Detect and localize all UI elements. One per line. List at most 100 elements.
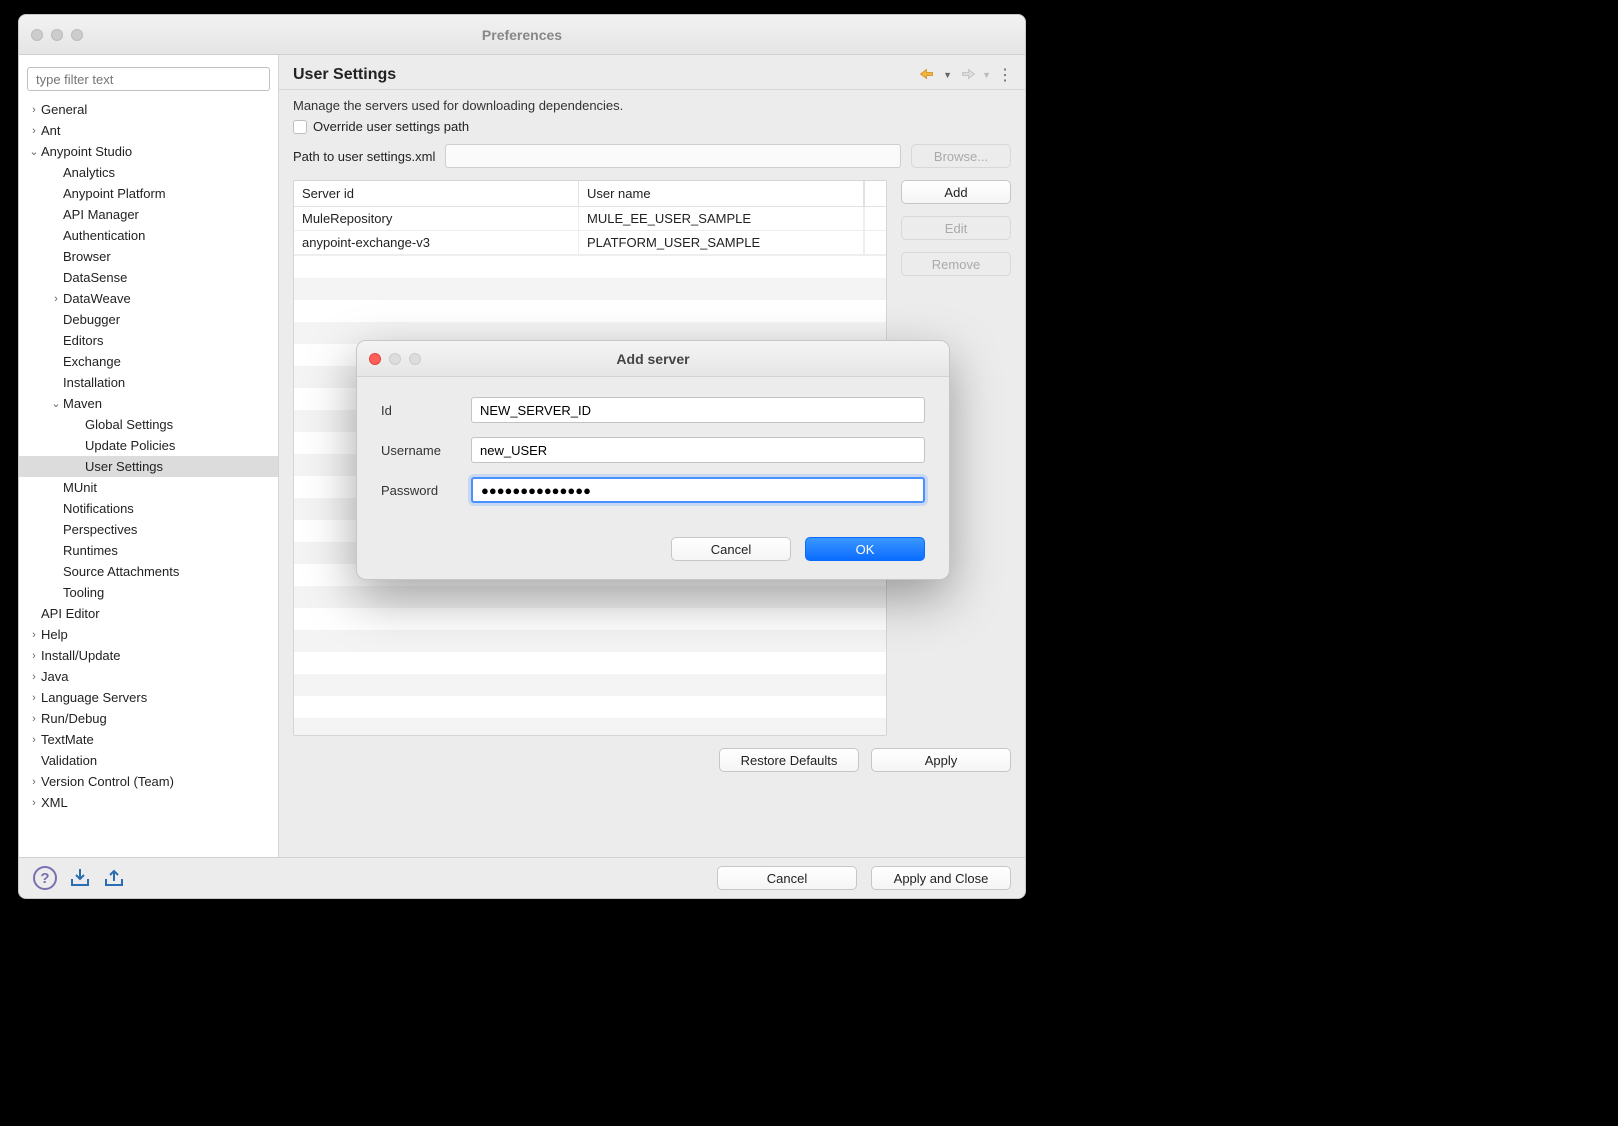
import-icon[interactable] xyxy=(69,867,91,890)
tree-item[interactable]: ›Help xyxy=(19,624,278,645)
titlebar: Preferences xyxy=(19,15,1025,55)
tree-item[interactable]: ›Ant xyxy=(19,120,278,141)
chevron-right-icon[interactable]: › xyxy=(27,797,41,809)
tree-item-label: Update Policies xyxy=(85,438,175,453)
tree-item[interactable]: Anypoint Platform xyxy=(19,183,278,204)
chevron-right-icon[interactable]: › xyxy=(27,629,41,641)
tree-item-label: Editors xyxy=(63,333,103,348)
username-field[interactable] xyxy=(471,437,925,463)
spacer-col xyxy=(864,181,886,206)
tree-item[interactable]: API Manager xyxy=(19,204,278,225)
menu-icon[interactable]: ⋮ xyxy=(997,65,1011,85)
override-checkbox[interactable] xyxy=(293,120,307,134)
tree-item[interactable]: ›Run/Debug xyxy=(19,708,278,729)
chevron-down-icon[interactable]: ⌄ xyxy=(27,145,41,158)
add-button[interactable]: Add xyxy=(901,180,1011,204)
override-label: Override user settings path xyxy=(313,119,469,134)
tree-item-label: Exchange xyxy=(63,354,121,369)
chevron-right-icon[interactable]: › xyxy=(27,776,41,788)
tree-item[interactable]: DataSense xyxy=(19,267,278,288)
chevron-right-icon[interactable]: › xyxy=(27,713,41,725)
cell-server-id: MuleRepository xyxy=(294,207,579,230)
chevron-right-icon[interactable]: › xyxy=(27,734,41,746)
dialog-ok-button[interactable]: OK xyxy=(805,537,925,561)
tree-item[interactable]: Exchange xyxy=(19,351,278,372)
window-title: Preferences xyxy=(19,27,1025,43)
dialog-cancel-button[interactable]: Cancel xyxy=(671,537,791,561)
tree-item[interactable]: ›General xyxy=(19,99,278,120)
tree-item[interactable]: Runtimes xyxy=(19,540,278,561)
export-icon[interactable] xyxy=(103,867,125,890)
tree-item-label: Authentication xyxy=(63,228,145,243)
tree-item[interactable]: Editors xyxy=(19,330,278,351)
tree-item[interactable]: ›XML xyxy=(19,792,278,813)
forward-dropdown-icon[interactable]: ▼ xyxy=(982,70,991,80)
tree-item[interactable]: Global Settings xyxy=(19,414,278,435)
chevron-right-icon[interactable]: › xyxy=(27,671,41,683)
tree-item[interactable]: ›Java xyxy=(19,666,278,687)
remove-button[interactable]: Remove xyxy=(901,252,1011,276)
tree-item[interactable]: Perspectives xyxy=(19,519,278,540)
tree-item-label: API Editor xyxy=(41,606,100,621)
help-icon[interactable]: ? xyxy=(33,866,57,890)
path-label: Path to user settings.xml xyxy=(293,149,435,164)
browse-button[interactable]: Browse... xyxy=(911,144,1011,168)
cancel-button[interactable]: Cancel xyxy=(717,866,857,890)
tree-item[interactable]: API Editor xyxy=(19,603,278,624)
apply-button[interactable]: Apply xyxy=(871,748,1011,772)
username-label: Username xyxy=(381,443,471,458)
tree-item-label: XML xyxy=(41,795,68,810)
chevron-right-icon[interactable]: › xyxy=(27,104,41,116)
tree-item[interactable]: MUnit xyxy=(19,477,278,498)
tree-item[interactable]: User Settings xyxy=(19,456,278,477)
chevron-down-icon[interactable]: ⌄ xyxy=(49,397,63,410)
chevron-right-icon[interactable]: › xyxy=(27,692,41,704)
tree-item-label: Browser xyxy=(63,249,111,264)
add-server-dialog: Add server Id Username Password Cancel O… xyxy=(356,340,950,580)
chevron-right-icon[interactable]: › xyxy=(27,650,41,662)
password-field[interactable] xyxy=(471,477,925,503)
tree-item[interactable]: Installation xyxy=(19,372,278,393)
tree-item[interactable]: ⌄Maven xyxy=(19,393,278,414)
tree-item-label: Version Control (Team) xyxy=(41,774,174,789)
tree-item[interactable]: ⌄Anypoint Studio xyxy=(19,141,278,162)
apply-close-button[interactable]: Apply and Close xyxy=(871,866,1011,890)
table-row[interactable]: MuleRepositoryMULE_EE_USER_SAMPLE xyxy=(294,207,886,231)
path-input[interactable] xyxy=(445,144,901,168)
id-field[interactable] xyxy=(471,397,925,423)
edit-button[interactable]: Edit xyxy=(901,216,1011,240)
tree-item[interactable]: ›Language Servers xyxy=(19,687,278,708)
tree-item-label: Source Attachments xyxy=(63,564,179,579)
tree-item[interactable]: ›Install/Update xyxy=(19,645,278,666)
filter-input[interactable] xyxy=(27,67,270,91)
tree-item[interactable]: Authentication xyxy=(19,225,278,246)
cell-user-name: MULE_EE_USER_SAMPLE xyxy=(579,207,864,230)
chevron-right-icon[interactable]: › xyxy=(49,293,63,305)
table-row[interactable]: anypoint-exchange-v3PLATFORM_USER_SAMPLE xyxy=(294,231,886,255)
tree-item[interactable]: Browser xyxy=(19,246,278,267)
cell-user-name: PLATFORM_USER_SAMPLE xyxy=(579,231,864,254)
tree-item[interactable]: Debugger xyxy=(19,309,278,330)
back-dropdown-icon[interactable]: ▼ xyxy=(943,70,952,80)
col-user-name[interactable]: User name xyxy=(579,181,864,206)
forward-arrow-icon[interactable] xyxy=(958,67,976,84)
tree-item[interactable]: ›TextMate xyxy=(19,729,278,750)
tree-item[interactable]: Validation xyxy=(19,750,278,771)
preferences-tree[interactable]: ›General›Ant⌄Anypoint Studio Analytics Any… xyxy=(19,99,278,849)
tree-item[interactable]: Notifications xyxy=(19,498,278,519)
col-server-id[interactable]: Server id xyxy=(294,181,579,206)
dialog-titlebar: Add server xyxy=(357,341,949,377)
tree-item[interactable]: Tooling xyxy=(19,582,278,603)
tree-item[interactable]: ›DataWeave xyxy=(19,288,278,309)
restore-defaults-button[interactable]: Restore Defaults xyxy=(719,748,859,772)
tree-item[interactable]: ›Version Control (Team) xyxy=(19,771,278,792)
tree-item-label: Analytics xyxy=(63,165,115,180)
tree-item[interactable]: Source Attachments xyxy=(19,561,278,582)
tree-item[interactable]: Update Policies xyxy=(19,435,278,456)
tree-item[interactable]: Analytics xyxy=(19,162,278,183)
tree-item-label: Anypoint Platform xyxy=(63,186,166,201)
tree-item-label: User Settings xyxy=(85,459,163,474)
back-arrow-icon[interactable] xyxy=(919,67,937,84)
password-label: Password xyxy=(381,483,471,498)
chevron-right-icon[interactable]: › xyxy=(27,125,41,137)
